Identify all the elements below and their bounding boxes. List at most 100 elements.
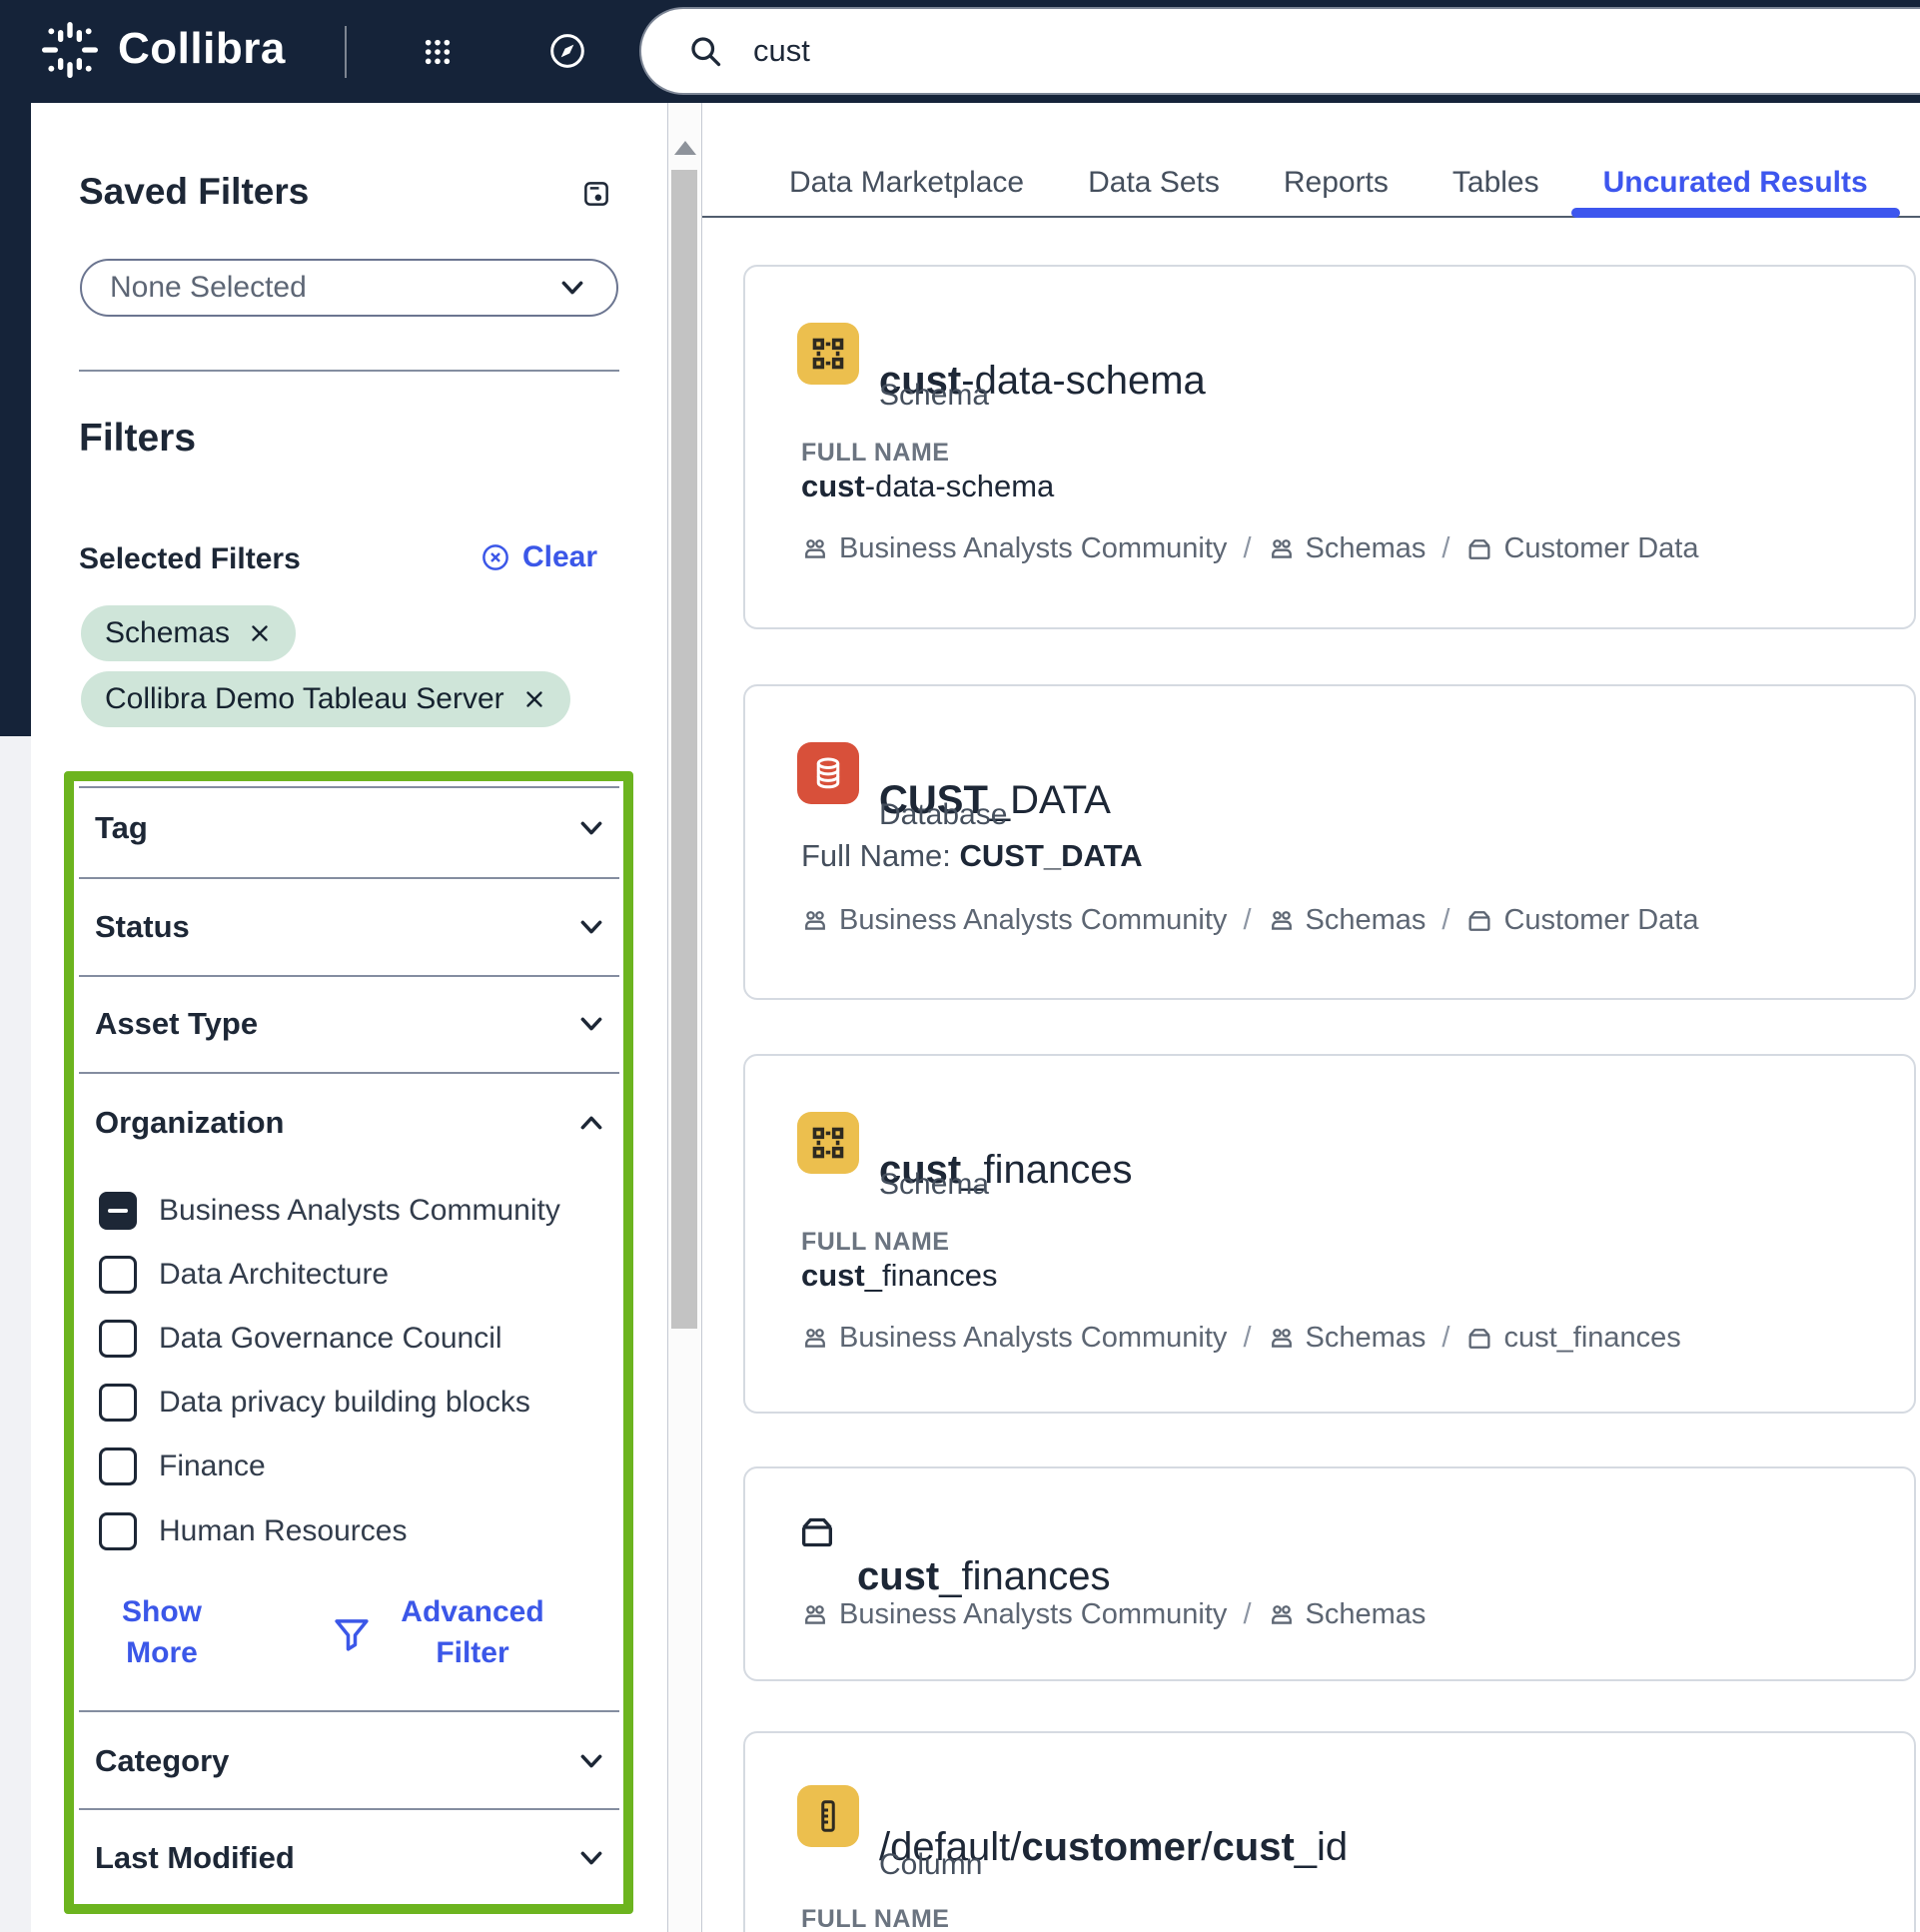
community-icon — [805, 910, 825, 930]
chevron-down-icon — [561, 281, 583, 295]
breadcrumb-item[interactable]: cust_finances — [1465, 1322, 1681, 1355]
clear-label: Clear — [522, 540, 598, 573]
filter-section-last-modified[interactable]: Last Modified — [80, 1815, 619, 1901]
tab-data-sets[interactable]: Data Sets — [1056, 148, 1252, 218]
advanced-filter-link[interactable]: Advanced Filter — [383, 1591, 562, 1673]
community-icon — [1271, 910, 1292, 930]
full-name-value: cust-data-schema — [801, 469, 1055, 503]
scroll-up-arrow-icon[interactable] — [673, 141, 696, 155]
compass-icon[interactable] — [547, 31, 587, 71]
result-card-cust-finances-domain[interactable]: cust_finances Business Analysts Communit… — [743, 1466, 1916, 1681]
domain-icon — [1468, 910, 1490, 931]
chip-label: Schemas — [105, 616, 231, 649]
checkbox-unchecked[interactable] — [99, 1512, 137, 1550]
result-card-cust-data-schema[interactable]: cust-data-schema Schema FULL NAME cust-d… — [743, 265, 1916, 629]
breadcrumb-separator: / — [1441, 532, 1450, 564]
clear-circle-x-icon — [482, 544, 508, 570]
saved-filters-title: Saved Filters — [79, 171, 310, 212]
chip-label: Collibra Demo Tableau Server — [105, 682, 504, 715]
clear-filters-button[interactable]: Clear — [480, 540, 597, 574]
chevron-down-icon — [580, 1754, 602, 1768]
full-name-label: FULL NAME — [801, 1905, 950, 1932]
chip-remove-icon[interactable] — [248, 621, 272, 645]
tab-tables[interactable]: Tables — [1421, 148, 1571, 218]
divider — [79, 975, 619, 977]
breadcrumb-item[interactable]: Schemas — [1268, 1598, 1426, 1631]
section-label: Last Modified — [95, 1840, 295, 1875]
saved-filters-dropdown[interactable]: None Selected — [80, 259, 618, 317]
breadcrumb-item[interactable]: Business Analysts Community — [801, 1598, 1227, 1631]
breadcrumb-item[interactable]: Schemas — [1268, 904, 1426, 937]
filter-chip-schemas[interactable]: Schemas — [81, 605, 297, 661]
section-label: Asset Type — [95, 1006, 259, 1041]
minus-icon — [108, 1209, 128, 1213]
org-option-data-architecture[interactable]: Data Architecture — [99, 1250, 389, 1300]
org-option-data-governance-council[interactable]: Data Governance Council — [99, 1314, 502, 1364]
chevron-down-icon — [580, 821, 602, 835]
breadcrumb-item[interactable]: Schemas — [1268, 532, 1426, 565]
divider — [79, 1072, 619, 1074]
result-card-cust-data[interactable]: CUST_DATA Database Full Name: CUST_DATA … — [743, 684, 1916, 1000]
saved-filters-dropdown-value: None Selected — [110, 271, 307, 304]
org-option-data-privacy-building-blocks[interactable]: Data privacy building blocks — [99, 1378, 530, 1428]
community-icon — [1271, 1604, 1292, 1624]
nav-divider — [345, 26, 347, 78]
tab-reports[interactable]: Reports — [1252, 148, 1421, 218]
checkbox-label: Business Analysts Community — [159, 1194, 560, 1227]
tab-uncurated-results[interactable]: Uncurated Results — [1570, 148, 1900, 218]
breadcrumb: Business Analysts Community / Schemas / … — [801, 904, 1698, 937]
full-name-inline: Full Name: CUST_DATA — [801, 838, 1143, 873]
checkbox-label: Data Governance Council — [159, 1322, 502, 1355]
checkbox-indeterminate[interactable] — [99, 1192, 137, 1230]
filter-section-organization[interactable]: Organization — [80, 1080, 619, 1166]
chip-remove-icon[interactable] — [522, 687, 546, 711]
chevron-down-icon — [580, 1017, 602, 1031]
filter-section-tag[interactable]: Tag — [80, 785, 619, 871]
brand-name: Collibra — [118, 24, 286, 73]
checkbox-label: Data privacy building blocks — [159, 1386, 530, 1419]
breadcrumb-item[interactable]: Schemas — [1268, 1322, 1426, 1355]
breadcrumb-item[interactable]: Customer Data — [1465, 532, 1698, 565]
org-option-business-analysts-community[interactable]: Business Analysts Community — [99, 1186, 560, 1236]
checkbox-unchecked[interactable] — [99, 1448, 137, 1485]
breadcrumb-item[interactable]: Business Analysts Community — [801, 1322, 1227, 1355]
breadcrumb-item[interactable]: Business Analysts Community — [801, 904, 1227, 937]
column-icon — [797, 1785, 859, 1847]
database-icon — [797, 742, 859, 804]
filters-title: Filters — [79, 417, 197, 460]
filter-section-status[interactable]: Status — [80, 884, 619, 970]
funnel-icon[interactable] — [331, 1613, 373, 1655]
filters-sidebar: Saved Filters None Selected Filters Sele… — [31, 103, 667, 1932]
left-rail-light — [0, 736, 31, 1932]
checkbox-unchecked[interactable] — [99, 1384, 137, 1422]
filter-chip-tableau-server[interactable]: Collibra Demo Tableau Server — [81, 671, 570, 727]
apps-grid-icon[interactable] — [422, 36, 454, 68]
collibra-app: Collibra Saved Filters None Selec — [0, 0, 1920, 1932]
domain-icon — [1468, 538, 1490, 559]
save-filter-icon[interactable] — [581, 179, 611, 209]
org-option-human-resources[interactable]: Human Resources — [99, 1506, 407, 1556]
community-icon — [1271, 538, 1292, 558]
sidebar-scrollbar[interactable] — [667, 103, 702, 1932]
result-card-cust-finances-schema[interactable]: cust_finances Schema FULL NAME cust_fina… — [743, 1054, 1916, 1414]
chevron-up-icon — [580, 1116, 602, 1130]
checkbox-unchecked[interactable] — [99, 1256, 137, 1294]
full-name-value: cust_finances — [801, 1258, 998, 1293]
domain-icon — [1468, 1328, 1490, 1349]
breadcrumb-item[interactable]: Customer Data — [1465, 904, 1698, 937]
result-card-cust-id-column[interactable]: /default/customer/cust_id Column FULL NA… — [743, 1731, 1916, 1932]
checkbox-unchecked[interactable] — [99, 1320, 137, 1358]
tab-data-marketplace[interactable]: Data Marketplace — [757, 148, 1056, 218]
full-name-label: FULL NAME — [801, 439, 950, 467]
breadcrumb-item[interactable]: Business Analysts Community — [801, 532, 1227, 565]
filter-section-category[interactable]: Category — [80, 1718, 619, 1804]
section-label: Tag — [95, 810, 148, 845]
show-more-link[interactable]: Show More — [87, 1591, 237, 1673]
filter-section-asset-type[interactable]: Asset Type — [80, 981, 619, 1067]
result-title[interactable]: cust_finances — [857, 1554, 1110, 1599]
search-input[interactable] — [751, 32, 1355, 70]
selected-filters-label: Selected Filters — [79, 542, 301, 575]
org-option-finance[interactable]: Finance — [99, 1442, 266, 1491]
divider — [79, 370, 619, 372]
scrollbar-thumb[interactable] — [671, 170, 697, 1329]
